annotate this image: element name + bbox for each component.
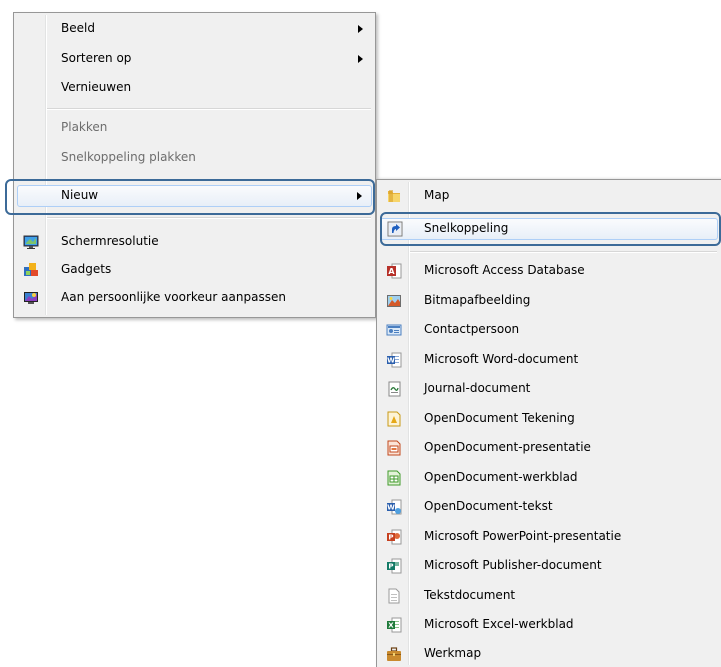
submenu-arrow-icon (358, 55, 363, 63)
menu-item-schermresolutie[interactable]: Schermresolutie (16, 231, 373, 253)
odp-icon (386, 440, 402, 456)
contact-icon (386, 322, 402, 338)
gadgets-icon (23, 262, 39, 278)
menu-separator (47, 108, 371, 110)
menu-item-plakken: Plakken (16, 117, 373, 139)
menu-separator (410, 251, 717, 253)
submenu-item-tekstdocument[interactable]: Tekstdocument (379, 585, 719, 607)
submenu-item-od-tekst[interactable]: W OpenDocument-tekst (379, 496, 719, 518)
menu-item-label: OpenDocument-werkblad (424, 470, 578, 484)
svg-text:W: W (387, 504, 395, 512)
submenu-item-contact[interactable]: Contactpersoon (379, 319, 719, 341)
word-icon: W (386, 352, 402, 368)
menu-item-label: Tekstdocument (424, 588, 516, 602)
submenu-item-access[interactable]: A Microsoft Access Database (379, 260, 719, 282)
menu-item-label: Journal-document (424, 381, 531, 395)
submenu-item-publisher[interactable]: P Microsoft Publisher-document (379, 555, 719, 577)
submenu-item-journal[interactable]: Journal-document (379, 378, 719, 400)
desktop-context-menu: Beeld Sorteren op Vernieuwen Plakken Sne… (13, 12, 376, 318)
access-icon: A (386, 263, 402, 279)
menu-item-label: Vernieuwen (61, 80, 132, 94)
menu-item-label: OpenDocument-tekst (424, 499, 553, 513)
menu-item-gadgets[interactable]: Gadgets (16, 259, 373, 281)
submenu-arrow-icon (358, 25, 363, 33)
menu-separator (47, 217, 371, 219)
menu-item-label: Werkmap (424, 646, 482, 660)
menu-item-label: Microsoft Excel-werkblad (424, 617, 574, 631)
journal-icon (386, 381, 402, 397)
submenu-item-od-presentatie[interactable]: OpenDocument-presentatie (379, 437, 719, 459)
menu-item-label: Beeld (61, 21, 95, 35)
callout-nieuw (5, 179, 375, 215)
callout-snelkoppeling (380, 212, 721, 246)
menu-item-label: Gadgets (61, 262, 112, 276)
personalize-icon (23, 290, 39, 306)
menu-item-label: Map (424, 188, 450, 202)
menu-item-label: Snelkoppeling plakken (61, 150, 196, 164)
menu-item-sorteren-op[interactable]: Sorteren op (16, 48, 373, 70)
ods-icon (386, 470, 402, 486)
submenu-item-werkmap[interactable]: Werkmap (379, 643, 719, 665)
text-document-icon (386, 588, 402, 604)
excel-icon: X (386, 617, 402, 633)
submenu-item-map[interactable]: Map (379, 185, 719, 207)
menu-item-label: Aan persoonlijke voorkeur aanpassen (61, 290, 286, 304)
submenu-item-word[interactable]: W Microsoft Word-document (379, 349, 719, 371)
submenu-item-bitmap[interactable]: Bitmapafbeelding (379, 290, 719, 312)
menu-item-label: Microsoft PowerPoint-presentatie (424, 529, 622, 543)
menu-item-snelkoppeling-plakken: Snelkoppeling plakken (16, 147, 373, 169)
bitmap-icon (386, 293, 402, 309)
folder-icon (386, 188, 402, 204)
menu-item-label: Schermresolutie (61, 234, 159, 248)
menu-item-label: Plakken (61, 120, 108, 134)
menu-item-beeld[interactable]: Beeld (16, 18, 373, 40)
menu-item-label: OpenDocument Tekening (424, 411, 575, 425)
submenu-item-od-tekening[interactable]: OpenDocument Tekening (379, 408, 719, 430)
menu-item-label: Microsoft Access Database (424, 263, 585, 277)
svg-text:X: X (388, 622, 394, 630)
briefcase-icon (386, 646, 402, 662)
monitor-icon (23, 234, 39, 250)
submenu-item-powerpoint[interactable]: P Microsoft PowerPoint-presentatie (379, 526, 719, 548)
publisher-icon: P (386, 558, 402, 574)
menu-item-label: Microsoft Publisher-document (424, 558, 602, 572)
menu-item-persoonlijke-voorkeur[interactable]: Aan persoonlijke voorkeur aanpassen (16, 287, 373, 309)
svg-text:W: W (387, 357, 395, 365)
svg-text:A: A (388, 267, 395, 276)
menu-item-label: Contactpersoon (424, 322, 520, 336)
odg-icon (386, 411, 402, 427)
odt-icon: W (386, 499, 402, 515)
svg-text:P: P (388, 563, 393, 571)
menu-item-label: Microsoft Word-document (424, 352, 579, 366)
menu-item-label: OpenDocument-presentatie (424, 440, 591, 454)
submenu-item-excel[interactable]: X Microsoft Excel-werkblad (379, 614, 719, 636)
menu-item-label: Bitmapafbeelding (424, 293, 531, 307)
menu-item-vernieuwen[interactable]: Vernieuwen (16, 77, 373, 99)
menu-item-label: Sorteren op (61, 51, 132, 65)
svg-text:P: P (388, 534, 393, 542)
powerpoint-icon: P (386, 529, 402, 545)
submenu-item-od-werkblad[interactable]: OpenDocument-werkblad (379, 467, 719, 489)
new-submenu: Map Snelkoppeling A Microsoft Access Dat… (376, 179, 721, 667)
